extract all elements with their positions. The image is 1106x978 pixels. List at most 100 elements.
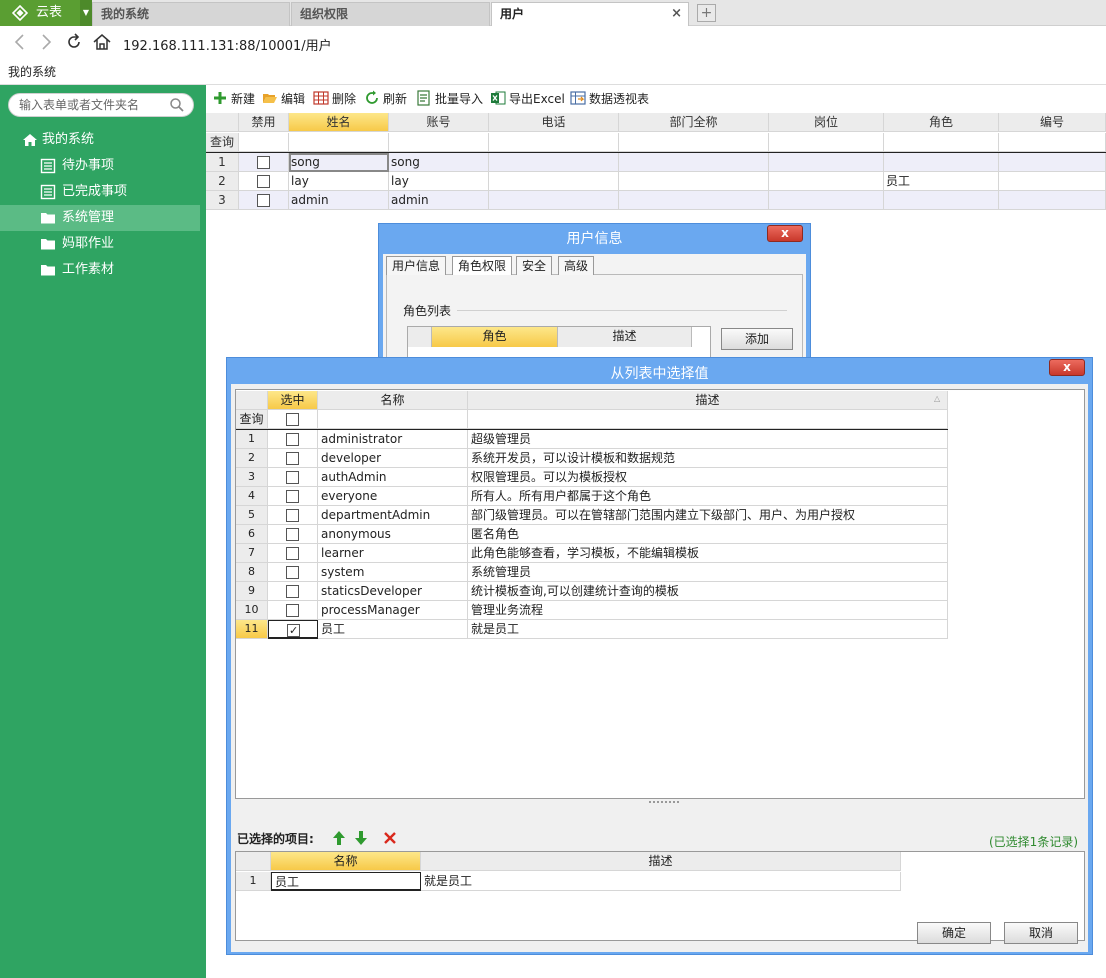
phone-cell[interactable] (489, 172, 619, 191)
phone-cell[interactable] (489, 153, 619, 172)
column-header-disabled[interactable]: 禁用 (239, 113, 289, 132)
query-cell[interactable] (619, 133, 769, 152)
query-checkbox[interactable] (286, 413, 299, 426)
select-checkbox[interactable] (286, 547, 299, 560)
column-header-phone[interactable]: 电话 (489, 113, 619, 132)
query-cell[interactable] (289, 133, 389, 152)
remove-icon[interactable] (383, 830, 397, 846)
sidebar-item-system-admin[interactable]: 系统管理 (0, 205, 200, 231)
disabled-cell[interactable] (239, 191, 289, 210)
description-cell[interactable]: 就是员工 (421, 872, 901, 891)
new-button[interactable]: 新建 (212, 90, 255, 110)
new-tab-button[interactable]: + (697, 4, 716, 22)
name-cell[interactable]: everyone (318, 487, 468, 506)
name-cell[interactable]: processManager (318, 601, 468, 620)
move-down-icon[interactable] (354, 830, 368, 846)
tab-close-icon[interactable]: × (671, 3, 682, 25)
name-cell[interactable]: 员工 (318, 620, 468, 639)
role-cell[interactable] (884, 153, 999, 172)
breadcrumb-item[interactable]: 我的系统 (8, 63, 56, 80)
role-cell[interactable]: 员工 (884, 172, 999, 191)
sidebar-item-done[interactable]: 已完成事项 (0, 179, 200, 205)
description-cell[interactable]: 权限管理员。可以为模板授权 (468, 468, 948, 487)
tab-my-system[interactable]: 我的系统 (92, 2, 290, 26)
table-row[interactable]: 2 lay lay 员工 (206, 172, 1106, 191)
account-cell[interactable]: song (389, 153, 489, 172)
select-checkbox[interactable] (286, 471, 299, 484)
tab-advanced[interactable]: 高级 (558, 256, 595, 275)
selected-cell[interactable] (268, 506, 318, 525)
name-cell[interactable]: 员工 (271, 872, 421, 891)
name-cell[interactable]: lay (289, 172, 389, 191)
name-cell[interactable]: admin (289, 191, 389, 210)
selected-cell[interactable] (268, 601, 318, 620)
position-cell[interactable] (769, 172, 884, 191)
disabled-checkbox[interactable] (257, 156, 270, 169)
column-header-description[interactable]: 描述 (558, 327, 692, 347)
department-cell[interactable] (619, 153, 769, 172)
column-header-position[interactable]: 岗位 (769, 113, 884, 132)
description-cell[interactable]: 统计模板查询,可以创建统计查询的模板 (468, 582, 948, 601)
column-header-number[interactable]: 编号 (999, 113, 1106, 132)
app-menu-button[interactable]: 云表 (0, 0, 80, 26)
sort-icon[interactable]: △ (934, 394, 940, 403)
refresh-button[interactable]: 刷新 (364, 90, 407, 110)
name-cell[interactable]: anonymous (318, 525, 468, 544)
column-header-selected[interactable]: 选中 (268, 391, 318, 410)
app-dropdown-icon[interactable]: ▼ (80, 0, 92, 26)
query-cell[interactable] (318, 410, 468, 429)
sidebar-search[interactable] (8, 93, 194, 117)
address-url[interactable]: 192.168.111.131:88/10001/用户 (123, 35, 332, 54)
column-header-role[interactable]: 角色 (432, 327, 558, 347)
account-cell[interactable]: admin (389, 191, 489, 210)
position-cell[interactable] (769, 153, 884, 172)
selected-cell[interactable] (268, 620, 318, 639)
pivot-table-button[interactable]: 数据透视表 (570, 90, 649, 110)
name-cell[interactable]: system (318, 563, 468, 582)
description-cell[interactable]: 管理业务流程 (468, 601, 948, 620)
splitter-handle[interactable] (649, 801, 679, 805)
sidebar-item-todo[interactable]: 待办事项 (0, 153, 200, 179)
table-row[interactable]: 1 song song (206, 153, 1106, 172)
disabled-cell[interactable] (239, 153, 289, 172)
description-cell[interactable]: 就是员工 (468, 620, 948, 639)
sidebar-item-my-system[interactable]: 我的系统 (0, 127, 200, 153)
selected-cell[interactable] (268, 449, 318, 468)
add-role-button[interactable]: 添加 (721, 328, 793, 350)
selected-cell[interactable] (268, 544, 318, 563)
query-cell[interactable] (884, 133, 999, 152)
description-cell[interactable]: 超级管理员 (468, 430, 948, 449)
reload-icon[interactable] (64, 32, 84, 52)
selected-cell[interactable] (268, 563, 318, 582)
tab-org-permission[interactable]: 组织权限 (291, 2, 490, 26)
column-header-name[interactable]: 名称 (271, 852, 421, 871)
query-cell[interactable] (999, 133, 1106, 152)
batch-import-button[interactable]: 批量导入 (416, 90, 483, 110)
number-cell[interactable] (999, 191, 1106, 210)
name-cell[interactable]: administrator (318, 430, 468, 449)
sidebar-item-homework[interactable]: 妈耶作业 (0, 231, 200, 257)
back-icon[interactable] (10, 32, 30, 52)
description-cell[interactable]: 部门级管理员。可以在管辖部门范围内建立下级部门、用户、为用户授权 (468, 506, 948, 525)
query-cell[interactable] (468, 410, 948, 429)
account-cell[interactable]: lay (389, 172, 489, 191)
department-cell[interactable] (619, 172, 769, 191)
delete-button[interactable]: 删除 (313, 90, 356, 110)
column-header-description[interactable]: 描述 (421, 852, 901, 871)
query-cell[interactable] (769, 133, 884, 152)
column-header-description[interactable]: 描述 (468, 391, 948, 410)
sidebar-item-materials[interactable]: 工作素材 (0, 257, 200, 283)
query-cell[interactable] (239, 133, 289, 152)
tab-user[interactable]: 用户 × (491, 2, 689, 27)
number-cell[interactable] (999, 172, 1106, 191)
description-cell[interactable]: 所有人。所有用户都属于这个角色 (468, 487, 948, 506)
sidebar-search-input[interactable] (19, 97, 169, 113)
disabled-checkbox[interactable] (257, 194, 270, 207)
move-up-icon[interactable] (332, 830, 346, 846)
name-cell[interactable]: staticsDeveloper (318, 582, 468, 601)
cancel-button[interactable]: 取消 (1004, 922, 1078, 944)
tab-user-info[interactable]: 用户信息 (386, 256, 447, 275)
description-cell[interactable]: 匿名角色 (468, 525, 948, 544)
query-cell[interactable] (489, 133, 619, 152)
dialog-close-button[interactable]: x (767, 225, 803, 242)
